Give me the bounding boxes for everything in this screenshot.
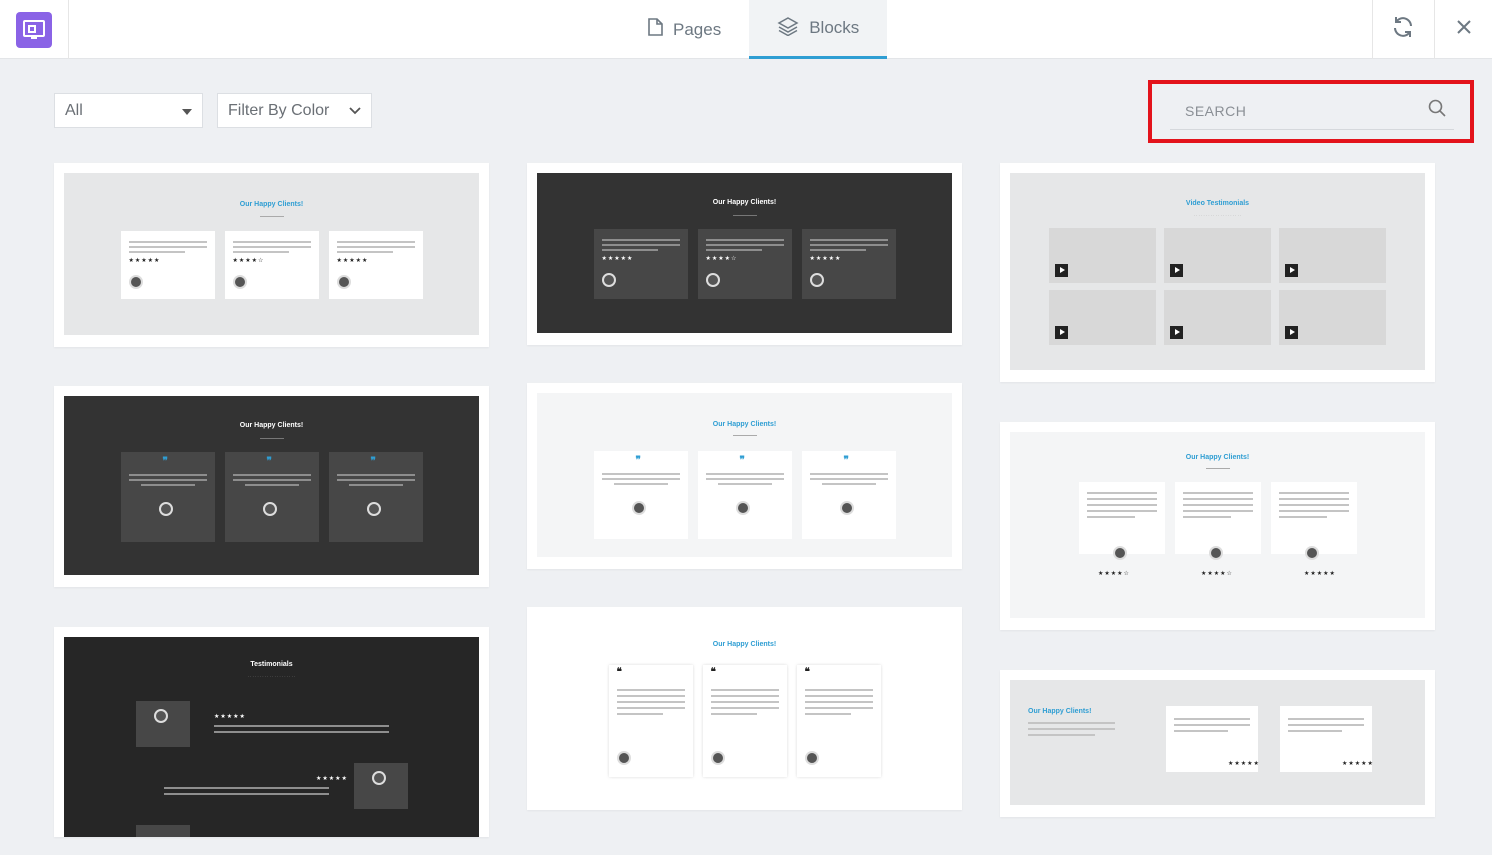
avatar-card: [136, 825, 190, 837]
block-card[interactable]: Our Happy Clients! ★★★★★ ★★★★★: [1000, 670, 1435, 817]
tab-bar: Pages Blocks: [620, 0, 888, 59]
testimonial-row: ★★★★★ ★★★★☆ ★★★★★: [537, 229, 952, 299]
testimonial-box: ★★★★☆: [697, 229, 792, 299]
tab-blocks[interactable]: Blocks: [749, 0, 888, 59]
block-thumbnail: Testimonials · · · · · · · · · · · · · ·…: [64, 637, 479, 837]
video-thumb: [1279, 228, 1386, 283]
testimonial-box: ★★★★★: [120, 231, 215, 299]
search-box: [1170, 92, 1454, 130]
block-title: Our Happy Clients!: [712, 641, 777, 648]
testimonial-row: ❞ ❞ ❞: [537, 451, 952, 539]
avatar-card: [136, 701, 190, 747]
block-thumbnail: Our Happy Clients! ★★★★★ ★★★★☆ ★★★★★: [64, 173, 479, 335]
testimonial-row: ★★★★★ ★★★★☆ ★★★★★: [64, 231, 479, 299]
close-button[interactable]: [1434, 0, 1492, 59]
block-card[interactable]: Our Happy Clients! ★★★★☆ ★★★★☆ ★★★★★: [1000, 422, 1435, 630]
block-thumbnail: Our Happy Clients! ★★★★★ ★★★★★: [1010, 680, 1425, 805]
category-select-value: All: [65, 101, 83, 119]
block-card[interactable]: Our Happy Clients! ★★★★★ ★★★★☆ ★★★★★: [527, 163, 962, 345]
search-input[interactable]: [1185, 102, 1405, 119]
template-library-icon: [16, 11, 52, 48]
tab-pages-label: Pages: [673, 19, 722, 39]
testimonial-box: ❞: [801, 451, 896, 539]
block-thumbnail: Video Testimonials · · · · · · · · · · ·…: [1010, 173, 1425, 370]
divider: [1205, 468, 1230, 469]
block-card[interactable]: Our Happy Clients! ❞ ❞ ❞: [54, 386, 489, 587]
video-thumb: [1049, 290, 1156, 345]
testimonial-row: [1010, 482, 1425, 560]
video-thumb: [1164, 228, 1271, 283]
video-thumb: [1279, 290, 1386, 345]
page-icon: [648, 18, 663, 41]
testimonial-box: ❞: [697, 451, 792, 539]
testimonial-box: ❞: [224, 452, 319, 542]
video-thumb: [1049, 228, 1156, 283]
avatar-card: [354, 763, 408, 809]
testimonial-box: [1270, 482, 1357, 560]
close-icon: [1456, 19, 1472, 40]
testimonial-box: ★★★★☆: [224, 231, 319, 299]
testimonial-box: ❝: [702, 665, 787, 777]
block-subtitle: · · · · · · · · · · · · · · · · · · · ·: [1193, 213, 1242, 218]
testimonial-box: ★★★★★: [593, 229, 688, 299]
block-title: Our Happy Clients!: [239, 422, 304, 429]
block-thumbnail: Our Happy Clients! ★★★★★ ★★★★☆ ★★★★★: [537, 173, 952, 333]
block-card[interactable]: Testimonials · · · · · · · · · · · · · ·…: [54, 627, 489, 837]
testimonial-box: ❞: [120, 452, 215, 542]
testimonial-box: [1078, 482, 1165, 560]
block-card[interactable]: Our Happy Clients! ❝ ❝ ❝: [527, 607, 962, 810]
block-title: Our Happy Clients!: [712, 199, 777, 206]
testimonial-row: ❝ ❝ ❝: [537, 665, 952, 777]
tab-pages[interactable]: Pages: [620, 0, 749, 59]
testimonial-box: ★★★★★: [801, 229, 896, 299]
divider: [259, 438, 284, 439]
sync-button[interactable]: [1372, 0, 1432, 59]
block-thumbnail: Our Happy Clients! ★★★★☆ ★★★★☆ ★★★★★: [1010, 432, 1425, 618]
video-thumb: [1164, 290, 1271, 345]
block-title: Our Happy Clients!: [1028, 708, 1092, 715]
block-title: Testimonials: [250, 661, 293, 668]
block-subtitle: · · · · · · · · · · · · · · · · · · · ·: [247, 674, 296, 679]
divider: [259, 216, 284, 217]
chevron-down-icon: [349, 102, 361, 120]
testimonial-row: ❞ ❞ ❞: [64, 452, 479, 542]
sync-icon: [1391, 15, 1415, 44]
testimonial-box: ❞: [328, 452, 423, 542]
block-card[interactable]: Our Happy Clients! ❞ ❞ ❞: [527, 383, 962, 569]
testimonial-box: ❞: [593, 451, 688, 539]
search-icon[interactable]: [1428, 99, 1446, 122]
testimonial-box: ★★★★★: [328, 231, 423, 299]
color-filter-value: Filter By Color: [228, 101, 330, 119]
testimonial-box: [1174, 482, 1261, 560]
divider: [732, 435, 757, 436]
tab-blocks-label: Blocks: [809, 18, 860, 37]
block-title: Our Happy Clients!: [712, 421, 777, 428]
logo[interactable]: [0, 0, 69, 59]
block-title: Our Happy Clients!: [239, 201, 304, 208]
testimonial-box: ❝: [608, 665, 693, 777]
block-thumbnail: Our Happy Clients! ❞ ❞ ❞: [64, 396, 479, 575]
header: Pages Blocks: [0, 0, 1492, 59]
caret-down-icon: [182, 102, 192, 120]
block-card[interactable]: Our Happy Clients! ★★★★★ ★★★★☆ ★★★★★: [54, 163, 489, 347]
block-thumbnail: Our Happy Clients! ❞ ❞ ❞: [537, 393, 952, 557]
testimonial-box: ❝: [796, 665, 881, 777]
block-title: Video Testimonials: [1185, 200, 1250, 207]
category-select[interactable]: All: [54, 93, 203, 128]
divider: [732, 215, 757, 216]
block-thumbnail: Our Happy Clients! ❝ ❝ ❝: [537, 617, 952, 798]
color-filter-select[interactable]: Filter By Color: [217, 93, 372, 128]
block-title: Our Happy Clients!: [1185, 454, 1250, 461]
block-card[interactable]: Video Testimonials · · · · · · · · · · ·…: [1000, 163, 1435, 382]
layers-icon: [777, 16, 799, 41]
